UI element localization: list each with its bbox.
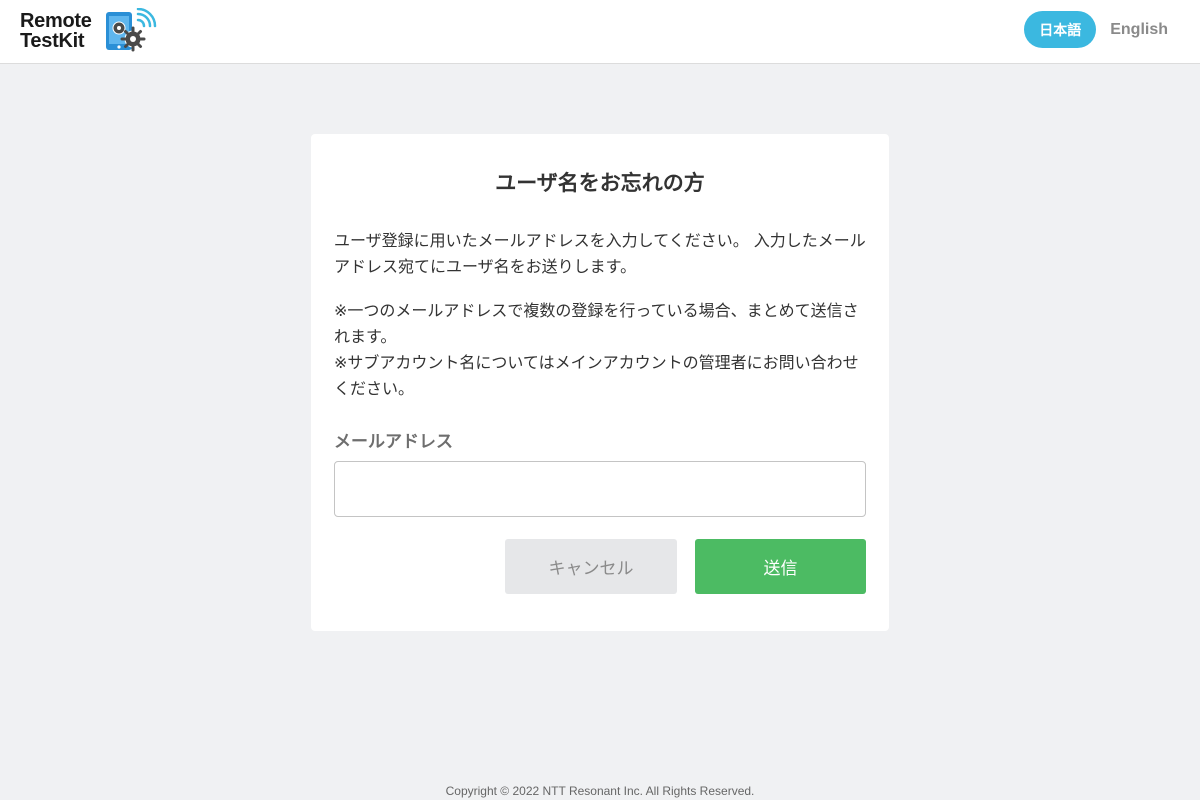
submit-button[interactable]: 送信 bbox=[695, 539, 866, 594]
logo-text: Remote TestKit bbox=[20, 11, 92, 51]
email-input[interactable] bbox=[334, 461, 866, 517]
device-gears-signal-icon bbox=[105, 8, 156, 52]
form-description: ユーザ登録に用いたメールアドレスを入力してください。 入力したメールアドレス宛て… bbox=[334, 231, 866, 276]
remote-testkit-logo[interactable]: Remote TestKit bbox=[20, 8, 164, 54]
language-switcher: 日本語 English bbox=[1024, 11, 1168, 48]
note-multiple-registrations: ※一つのメールアドレスで複数の登録を行っている場合、まとめて送信されます。 bbox=[334, 301, 859, 346]
page-title: ユーザ名をお忘れの方 bbox=[495, 171, 705, 195]
cancel-button[interactable]: キャンセル bbox=[505, 539, 677, 594]
note-sub-account: ※サブアカウント名についてはメインアカウントの管理者にお問い合わせください。 bbox=[334, 353, 859, 398]
forgot-username-card: ユーザ名をお忘れの方 ユーザ登録に用いたメールアドレスを入力してください。 入力… bbox=[311, 134, 889, 631]
copyright-footer: Copyright © 2022 NTT Resonant Inc. All R… bbox=[445, 784, 755, 798]
email-label: メールアドレス bbox=[334, 432, 453, 452]
language-japanese-button[interactable]: 日本語 bbox=[1024, 11, 1097, 48]
logo-line-1: Remote bbox=[20, 10, 92, 32]
form-notes: ※一つのメールアドレスで複数の登録を行っている場合、まとめて送信されます。 ※サ… bbox=[334, 298, 866, 402]
logo-line-2: TestKit bbox=[20, 30, 85, 52]
form-actions: キャンセル 送信 bbox=[505, 539, 866, 594]
page-header: Remote TestKit 日本語 English bbox=[0, 0, 1200, 64]
language-english-link[interactable]: English bbox=[1110, 21, 1168, 39]
